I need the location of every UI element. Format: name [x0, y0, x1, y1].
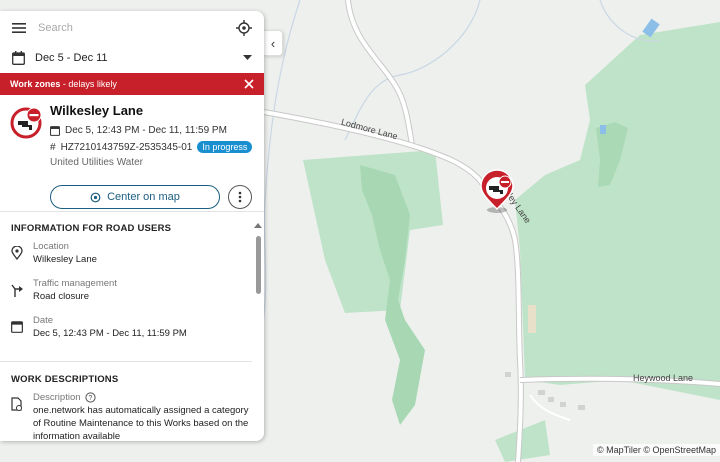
scroll-thumb[interactable] [256, 236, 261, 294]
banner-text: Work zones - delays likely [10, 79, 117, 89]
work-zones-banner: Work zones - delays likely [0, 73, 264, 95]
info-label: Date [33, 315, 54, 326]
collapse-panel-button[interactable]: ‹ [264, 30, 283, 56]
date-filter-value: Dec 5 - Dec 11 [35, 52, 108, 64]
info-label: Traffic management [33, 278, 117, 289]
info-value: Wilkesley Lane [33, 254, 97, 265]
calendar-icon [12, 51, 25, 65]
map-attribution[interactable]: © MapTiler © OpenStreetMap [593, 444, 720, 456]
menu-icon[interactable] [12, 22, 26, 34]
svg-text:?: ? [88, 395, 92, 402]
work-reference-id: HZ7210143759Z-2535345-01 [60, 141, 193, 153]
more-options-button[interactable] [228, 185, 252, 209]
info-item-date: Date Dec 5, 12:43 PM - Dec 11, 11:59 PM [0, 314, 252, 351]
work-dates: Dec 5, 12:43 PM - Dec 11, 11:59 PM [50, 125, 227, 136]
info-value: Road closure [33, 291, 89, 302]
roadwork-type-icon [10, 107, 42, 139]
scroll-up-icon[interactable] [254, 223, 262, 228]
description-label: Description [33, 392, 81, 403]
date-filter[interactable]: Dec 5 - Dec 11 [0, 45, 264, 71]
search-bar: Search [0, 11, 264, 45]
side-panel: Search Dec 5 - Dec 11 Work zones - delay… [0, 11, 264, 441]
work-organisation: United Utilities Water [50, 157, 143, 168]
details-scroll-area[interactable]: INFORMATION FOR ROAD USERS Location Wilk… [0, 211, 252, 441]
work-title: Wilkesley Lane [50, 103, 144, 118]
document-info-icon [11, 397, 22, 411]
help-icon[interactable]: ? [84, 392, 96, 403]
building [538, 390, 545, 395]
building [560, 402, 566, 407]
calendar-icon [11, 321, 23, 333]
search-input[interactable]: Search [38, 22, 236, 34]
hash-icon: # [50, 141, 56, 153]
description-text: one.network has automatically assigned a… [33, 405, 249, 441]
description-label-row: Description ? [33, 391, 252, 404]
scrollbar[interactable] [254, 223, 262, 441]
dropdown-arrow-icon [243, 55, 252, 60]
locate-icon[interactable] [236, 20, 252, 36]
location-pin-icon [11, 246, 23, 260]
work-date-range: Dec 5, 12:43 PM - Dec 11, 11:59 PM [65, 125, 227, 136]
building [528, 305, 536, 333]
desc-section-title: WORK DESCRIPTIONS [11, 374, 119, 385]
building [578, 405, 585, 410]
work-card: Wilkesley Lane Dec 5, 12:43 PM - Dec 11,… [0, 95, 264, 212]
chevron-left-icon: ‹ [270, 35, 276, 51]
status-badge: In progress [197, 141, 253, 153]
calendar-icon [50, 126, 60, 136]
center-on-map-label: Center on map [107, 191, 180, 203]
description-item: Description ? one.network has automatica… [0, 391, 252, 441]
center-on-map-button[interactable]: Center on map [50, 185, 220, 209]
road-label-heywood: Heywood Lane [633, 373, 693, 383]
info-value: Dec 5, 12:43 PM - Dec 11, 11:59 PM [33, 328, 187, 339]
info-label: Location [33, 241, 69, 252]
pond-small [600, 125, 606, 134]
organisation-name: United Utilities Water [50, 157, 143, 168]
target-icon [90, 192, 101, 202]
close-icon[interactable] [244, 79, 254, 89]
info-item-traffic: Traffic management Road closure [0, 277, 252, 314]
building [548, 397, 554, 402]
building [505, 372, 511, 377]
more-vertical-icon [238, 191, 242, 203]
info-item-location: Location Wilkesley Lane [0, 240, 252, 277]
work-reference: # HZ7210143759Z-2535345-01 In progress [50, 141, 253, 153]
info-section-title: INFORMATION FOR ROAD USERS [11, 223, 172, 234]
turn-arrow-icon [11, 284, 23, 297]
